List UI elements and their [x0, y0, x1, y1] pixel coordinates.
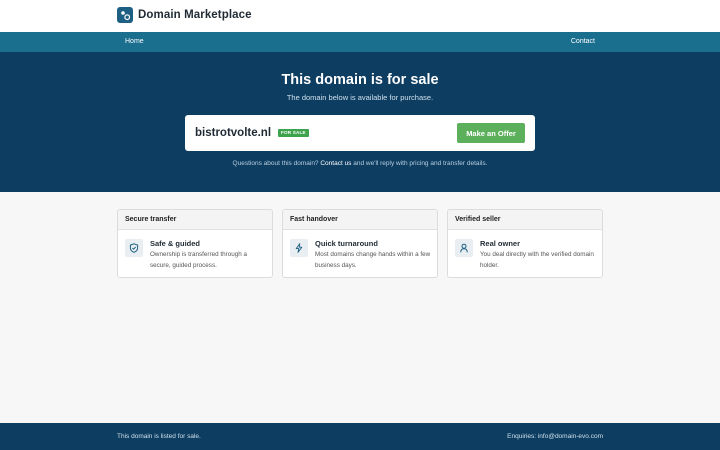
feature-card-verified-seller: Verified seller Real owner You deal dire…: [447, 209, 603, 278]
nav-bar: Home Contact: [0, 32, 720, 52]
feature-heading: Verified seller: [448, 210, 602, 230]
feature-heading: Secure transfer: [118, 210, 272, 230]
domain-name: bistrotvolte.nl: [195, 127, 272, 139]
feature-title: Quick turnaround: [315, 239, 378, 248]
hero-title: This domain is for sale: [281, 72, 439, 88]
nav-home-link[interactable]: Home: [125, 32, 144, 52]
hero-note-prefix: Questions about this domain?: [232, 160, 319, 167]
domain-card: bistrotvolte.nl FOR SALE Make an Offer: [185, 115, 535, 151]
footer-enquiries[interactable]: Enquiries: info@domain-evo.com: [507, 423, 603, 450]
feature-description: You deal directly with the verified doma…: [480, 251, 594, 269]
nav-contact-link[interactable]: Contact: [571, 32, 595, 52]
shield-check-icon: [125, 239, 143, 257]
hero-subtitle: The domain below is available for purcha…: [286, 93, 434, 102]
for-sale-badge: FOR SALE: [278, 129, 309, 137]
feature-card-fast-handover: Fast handover Quick turnaround Most doma…: [282, 209, 438, 278]
feature-heading: Fast handover: [283, 210, 437, 230]
brand-name: Domain Marketplace: [138, 9, 252, 21]
contact-us-link[interactable]: Contact us: [320, 160, 351, 167]
feature-title: Real owner: [480, 239, 521, 248]
feature-description: Ownership is transferred through a secur…: [150, 251, 247, 269]
lightning-icon: [290, 239, 308, 257]
feature-title: Safe & guided: [150, 239, 201, 248]
domain-logo-icon: [117, 7, 133, 23]
top-header: Domain Marketplace: [0, 0, 720, 32]
hero-note-suffix: and we'll reply with pricing and transfe…: [353, 160, 488, 167]
page-footer: This domain is listed for sale. Enquirie…: [0, 423, 720, 450]
feature-card-secure-transfer: Secure transfer Safe & guided Ownership …: [117, 209, 273, 278]
hero-section: This domain is for sale The domain below…: [0, 52, 720, 192]
user-icon: [455, 239, 473, 257]
footer-listing-note: This domain is listed for sale.: [117, 433, 201, 440]
feature-description: Most domains change hands within a few b…: [315, 251, 431, 269]
hero-note: Questions about this domain? Contact us …: [0, 160, 720, 167]
make-offer-button[interactable]: Make an Offer: [457, 123, 525, 143]
brand[interactable]: Domain Marketplace: [117, 7, 252, 23]
